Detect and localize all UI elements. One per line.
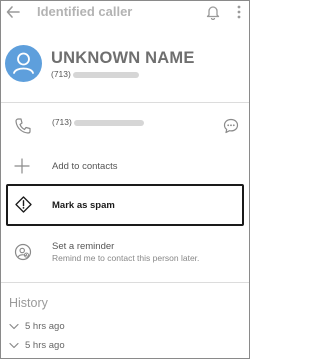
reminder-icon — [14, 243, 32, 261]
more-options-icon[interactable] — [237, 4, 241, 20]
plus-icon — [14, 158, 30, 174]
message-icon[interactable] — [223, 118, 239, 134]
page-title: Identified caller — [37, 4, 133, 19]
bell-icon[interactable] — [206, 4, 220, 20]
redacted-number — [73, 71, 140, 78]
set-reminder-row[interactable]: Set a reminder Remind me to contact this… — [1, 237, 249, 271]
mark-as-spam-button[interactable]: Mark as spam — [6, 184, 244, 226]
phone-number-row[interactable]: (713) — [1, 107, 249, 145]
divider — [1, 282, 249, 283]
screen: Identified caller UNKNOWN NAME (713) (71… — [0, 0, 250, 359]
missed-call-icon — [9, 323, 19, 330]
caller-number-prefix: (713) — [51, 69, 71, 79]
history-time: 5 hrs ago — [25, 321, 65, 332]
phone-number-prefix: (713) — [52, 117, 72, 127]
warning-diamond-icon — [15, 196, 32, 213]
person-icon — [13, 52, 34, 74]
phone-icon — [15, 118, 31, 134]
avatar — [5, 45, 42, 82]
missed-call-icon — [9, 342, 19, 349]
add-to-contacts-row[interactable]: Add to contacts — [1, 151, 249, 183]
top-bar: Identified caller — [1, 1, 249, 25]
back-arrow-icon[interactable] — [5, 4, 21, 20]
set-reminder-title: Set a reminder — [52, 241, 115, 252]
redacted-number — [74, 119, 145, 126]
divider — [1, 102, 249, 103]
caller-number: (713) — [51, 69, 140, 79]
mark-as-spam-row[interactable]: Mark as spam — [1, 184, 249, 226]
phone-number: (713) — [52, 117, 145, 127]
mark-as-spam-label: Mark as spam — [52, 200, 115, 211]
set-reminder-subtitle: Remind me to contact this person later. — [52, 253, 200, 263]
history-title: History — [9, 296, 48, 310]
history-time: 5 hrs ago — [25, 340, 65, 351]
add-to-contacts-label: Add to contacts — [52, 161, 118, 172]
caller-profile: UNKNOWN NAME (713) — [1, 25, 249, 103]
caller-name: UNKNOWN NAME — [51, 49, 195, 67]
